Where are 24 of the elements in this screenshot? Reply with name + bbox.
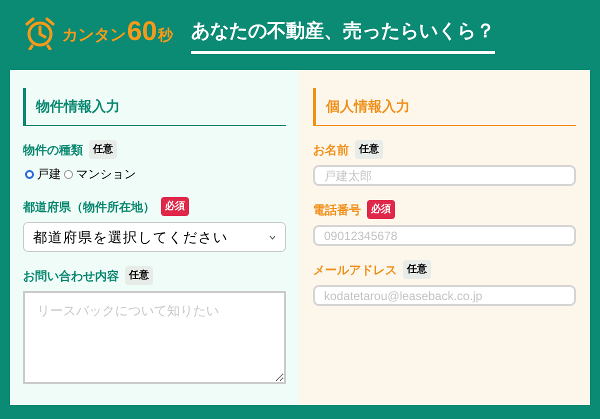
- text-input[interactable]: 戸建太郎: [313, 165, 576, 186]
- section-heading: 個人情報入力: [313, 88, 576, 126]
- field-label: お問い合わせ内容: [23, 268, 119, 284]
- prefecture-select[interactable]: 都道府県を選択してください: [23, 222, 286, 252]
- field-label: 物件の種類: [23, 142, 83, 158]
- required-badge: 必須: [367, 200, 395, 219]
- logo-text: カンタン60秒: [62, 18, 174, 48]
- field-label: お名前: [313, 142, 349, 158]
- field-label: 電話番号: [313, 202, 361, 218]
- text-input[interactable]: 09012345678: [313, 225, 576, 246]
- required-badge: 必須: [161, 197, 189, 216]
- optional-badge: 任意: [403, 260, 431, 279]
- radio-option[interactable]: マンション: [64, 165, 136, 183]
- optional-badge: 任意: [125, 266, 153, 285]
- optional-badge: 任意: [89, 140, 117, 159]
- field-label: メールアドレス: [313, 262, 397, 278]
- field-label: 都道府県（物件所在地）: [23, 198, 155, 216]
- text-input[interactable]: kodatetarou@leaseback.co.jp: [313, 285, 576, 306]
- alarm-clock-icon: [24, 16, 56, 50]
- optional-badge: 任意: [355, 140, 383, 159]
- headline: あなたの不動産、売ったらいくら？: [191, 18, 496, 54]
- chevron-down-icon: [269, 234, 276, 240]
- radio-option[interactable]: 戸建: [25, 165, 61, 183]
- section-heading: 物件情報入力: [23, 88, 286, 126]
